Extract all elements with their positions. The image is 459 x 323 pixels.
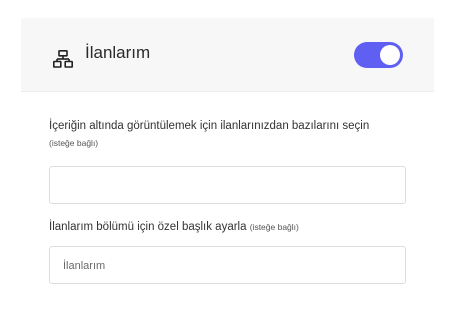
custom-title-label: İlanlarım bölümü için özel başlık ayarla… xyxy=(49,220,419,234)
listings-select-field[interactable] xyxy=(49,166,406,204)
section-title: İlanlarım xyxy=(85,43,151,62)
custom-title-placeholder: İlanlarım xyxy=(63,260,106,272)
custom-title-label-text: İlanlarım bölümü için özel başlık ayarla xyxy=(49,221,247,233)
toggle-knob xyxy=(380,45,400,65)
settings-panel: İlanlarım İçeriğin altında görüntülemek … xyxy=(0,0,459,323)
listings-select-label-text: İçeriğin altında görüntülemek için ilanl… xyxy=(49,120,370,132)
sitemap-icon xyxy=(53,50,73,68)
custom-title-input[interactable]: İlanlarım xyxy=(49,246,406,284)
section-toggle[interactable] xyxy=(354,42,403,68)
optional-hint: (isteğe bağlı) xyxy=(249,222,299,232)
header-row: İlanlarım xyxy=(21,40,434,70)
header-divider xyxy=(21,91,434,92)
listings-select-label: İçeriğin altında görüntülemek için ilanl… xyxy=(49,119,419,153)
optional-hint: (isteğe bağlı) xyxy=(49,138,99,148)
section-header: İlanlarım xyxy=(21,18,434,91)
